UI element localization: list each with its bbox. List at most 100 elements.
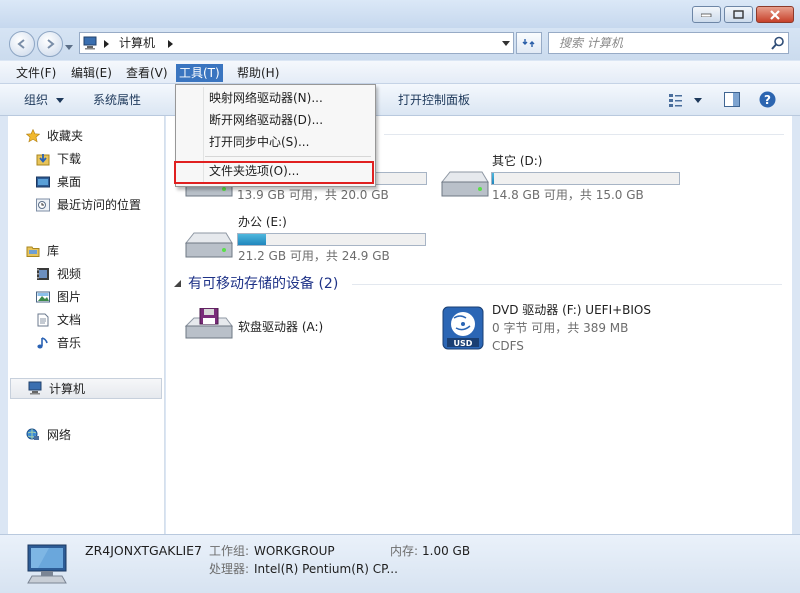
processor-label: 处理器: bbox=[209, 562, 250, 576]
open-control-panel-button[interactable]: 打开控制面板 bbox=[398, 93, 470, 107]
nav-favorites-label: 收藏夹 bbox=[47, 129, 84, 143]
organize-button[interactable]: 组织 bbox=[24, 93, 64, 107]
menu-edit[interactable]: 编辑(E) bbox=[68, 64, 115, 82]
nav-music[interactable]: 音乐 bbox=[8, 333, 158, 353]
recent-places-icon bbox=[36, 198, 50, 212]
hard-drive-icon bbox=[184, 232, 233, 258]
close-button[interactable] bbox=[756, 6, 794, 23]
back-button[interactable] bbox=[9, 31, 35, 57]
chevron-down-icon bbox=[55, 98, 64, 103]
nav-recent[interactable]: 最近访问的位置 bbox=[8, 195, 158, 215]
drive-f-name: DVD 驱动器 (F:) UEFI+BIOS bbox=[492, 303, 651, 317]
maximize-icon bbox=[733, 10, 744, 19]
nav-computer[interactable]: 计算机 bbox=[10, 378, 162, 399]
details-pane: ZR4JONXTGAKLIE7 工作组: WORKGROUP 内存: 1.00 … bbox=[0, 534, 800, 593]
nav-desktop[interactable]: 桌面 bbox=[8, 172, 158, 192]
memory-value: 1.00 GB bbox=[422, 544, 471, 558]
menu-item-map-network-drive[interactable]: 映射网络驱动器(N)... bbox=[209, 89, 323, 107]
downloads-folder-icon bbox=[36, 154, 50, 166]
document-icon bbox=[37, 313, 49, 327]
group-separator bbox=[384, 134, 784, 135]
menu-tools[interactable]: 工具(T) bbox=[176, 64, 223, 82]
drive-e-usage-bar bbox=[237, 233, 426, 246]
command-bar: 组织 系统属性 打开控制面板 ? bbox=[0, 84, 800, 116]
nav-pictures[interactable]: 图片 bbox=[8, 287, 158, 307]
svg-text:?: ? bbox=[764, 93, 771, 107]
drive-a-name: 软盘驱动器 (A:) bbox=[238, 320, 324, 334]
nav-desktop-label: 桌面 bbox=[57, 175, 82, 189]
preview-pane-button[interactable] bbox=[724, 92, 740, 110]
nav-libraries[interactable]: 库 bbox=[8, 241, 158, 261]
help-button[interactable]: ? bbox=[759, 91, 776, 111]
maximize-button[interactable] bbox=[724, 6, 753, 23]
nav-downloads[interactable]: 下载 bbox=[8, 149, 158, 169]
history-dropdown-button[interactable] bbox=[65, 40, 73, 54]
title-bar bbox=[0, 0, 800, 28]
computer-large-icon bbox=[27, 544, 67, 584]
nav-computer-label: 计算机 bbox=[49, 382, 86, 396]
address-bar[interactable]: 计算机 bbox=[79, 32, 514, 54]
breadcrumb-arrow-icon[interactable] bbox=[168, 40, 173, 48]
chevron-down-icon bbox=[65, 45, 73, 50]
help-icon: ? bbox=[759, 91, 776, 108]
libraries-icon bbox=[26, 246, 40, 257]
highlight-box bbox=[174, 161, 374, 184]
nav-favorites[interactable]: 收藏夹 bbox=[8, 126, 158, 146]
menu-item-open-sync-center[interactable]: 打开同步中心(S)... bbox=[209, 133, 309, 151]
nav-videos-label: 视频 bbox=[57, 267, 82, 281]
drive-e-name: 办公 (E:) bbox=[238, 215, 287, 229]
nav-documents[interactable]: 文档 bbox=[8, 310, 158, 330]
menu-view[interactable]: 查看(V) bbox=[123, 64, 171, 82]
breadcrumb-computer[interactable]: 计算机 bbox=[119, 36, 155, 50]
computer-name: ZR4JONXTGAKLIE7 bbox=[85, 543, 202, 558]
music-icon bbox=[37, 337, 48, 349]
collapse-triangle-icon bbox=[174, 280, 181, 287]
nav-videos[interactable]: 视频 bbox=[8, 264, 158, 284]
group-header-label: 有可移动存储的设备 (2) bbox=[188, 276, 339, 292]
floppy-drive-icon bbox=[184, 308, 233, 339]
desktop-icon bbox=[36, 176, 50, 188]
drive-d[interactable]: 其它 (D:) 14.8 GB 可用，共 15.0 GB bbox=[438, 152, 698, 208]
refresh-icon bbox=[522, 39, 535, 47]
group-separator bbox=[352, 284, 782, 285]
navigation-pane: 收藏夹 下载 桌面 最近访问的位置 库 视频 图片 文档 音乐 计算机 网络 bbox=[8, 116, 165, 534]
chevron-down-icon[interactable] bbox=[502, 41, 510, 46]
workgroup-label: 工作组: bbox=[209, 544, 250, 558]
nav-downloads-label: 下载 bbox=[57, 152, 82, 166]
drive-f-dvd[interactable]: USD DVD 驱动器 (F:) UEFI+BIOS 0 字节 可用，共 389… bbox=[438, 300, 738, 356]
minimize-icon bbox=[701, 13, 712, 17]
address-row: 计算机 搜索 计算机 bbox=[0, 28, 800, 60]
usd-icon-text: USD bbox=[454, 339, 473, 348]
view-list-icon bbox=[669, 94, 702, 107]
refresh-button[interactable] bbox=[516, 32, 542, 54]
nav-documents-label: 文档 bbox=[57, 313, 82, 327]
close-icon bbox=[770, 9, 780, 20]
group-header-removable[interactable]: 有可移动存储的设备 (2) bbox=[172, 274, 786, 294]
breadcrumb-arrow-icon bbox=[104, 40, 109, 48]
video-icon bbox=[37, 268, 49, 280]
menu-separator bbox=[205, 156, 371, 157]
arrow-left-icon bbox=[17, 39, 25, 49]
drive-f-space: 0 字节 可用，共 389 MB bbox=[492, 321, 629, 335]
view-options-button[interactable] bbox=[668, 93, 702, 110]
preview-pane-icon bbox=[724, 92, 740, 107]
hard-drive-icon bbox=[440, 171, 489, 197]
network-icon bbox=[26, 428, 39, 440]
menu-help[interactable]: 帮助(H) bbox=[234, 64, 282, 82]
nav-network[interactable]: 网络 bbox=[8, 425, 158, 445]
drive-c-space: 13.9 GB 可用，共 20.0 GB bbox=[237, 188, 389, 202]
organize-label: 组织 bbox=[24, 93, 49, 107]
forward-button[interactable] bbox=[37, 31, 63, 57]
minimize-button[interactable] bbox=[692, 6, 721, 23]
menu-item-disconnect-network-drive[interactable]: 断开网络驱动器(D)... bbox=[209, 111, 323, 129]
menu-bar: 文件(F) 编辑(E) 查看(V) 工具(T) 帮助(H) bbox=[0, 61, 800, 84]
system-properties-button[interactable]: 系统属性 bbox=[93, 93, 141, 107]
search-box[interactable]: 搜索 计算机 bbox=[548, 32, 789, 54]
drive-e-space: 21.2 GB 可用，共 24.9 GB bbox=[238, 249, 390, 263]
nav-pictures-label: 图片 bbox=[57, 290, 82, 304]
drive-e[interactable]: 办公 (E:) 21.2 GB 可用，共 24.9 GB bbox=[182, 213, 432, 269]
drive-d-usage-bar bbox=[491, 172, 680, 185]
menu-file[interactable]: 文件(F) bbox=[13, 64, 59, 82]
drive-a-floppy[interactable]: 软盘驱动器 (A:) bbox=[182, 304, 432, 352]
search-icon[interactable] bbox=[771, 36, 785, 50]
